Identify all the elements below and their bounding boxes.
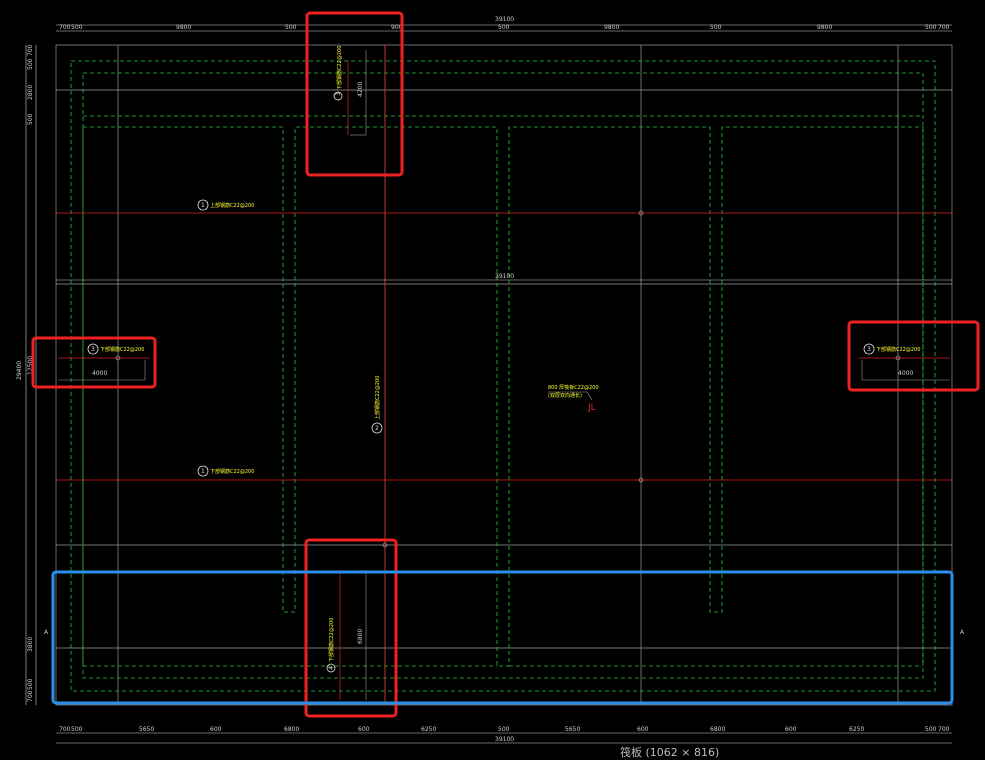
- len-right: 4000: [898, 370, 913, 377]
- cad-drawing-canvas: 39100 700 500 9800 500 900 500 9800 500 …: [16, 11, 980, 744]
- dim-top-seg: 500: [71, 24, 83, 31]
- dim-bottom-seg: 6800: [284, 726, 299, 733]
- length-indicators: [58, 50, 950, 700]
- jl-label: JL: [587, 403, 596, 413]
- rebar-lines: [56, 45, 952, 705]
- dim-bottom-total: 39100: [495, 736, 514, 743]
- dim-top-seg: 9800: [604, 24, 619, 31]
- mark-bottom: 4: [328, 666, 335, 670]
- dim-left-seg: 700: [27, 690, 34, 702]
- dim-top-seg: 9800: [817, 24, 832, 31]
- dim-top-total: 39100: [495, 16, 514, 23]
- mark-row1: 1: [201, 202, 205, 209]
- axis-a-left: A: [44, 629, 49, 636]
- label-row2: 下部钢筋C22@200: [210, 468, 254, 475]
- dim-bottom-seg: 5650: [139, 726, 154, 733]
- note-line1: 800 厚筏板C22@200: [548, 384, 599, 391]
- rebar-label-right: 3 下部钢筋C22@200 4000: [863, 343, 920, 377]
- highlight-top: [305, 11, 404, 177]
- label-bottom-vertical: 下部钢筋C22@200: [328, 618, 335, 662]
- dim-top-seg: 9800: [176, 24, 191, 31]
- note-line2: (双层双向通长): [548, 392, 582, 399]
- mark-center: 2: [375, 425, 379, 432]
- dim-left-total: 29400: [16, 361, 23, 380]
- dim-bottom-seg: 600: [637, 726, 649, 733]
- dim-bottom-seg: 600: [358, 726, 370, 733]
- rebar-label-center: 2 上部钢筋C22@200: [371, 376, 383, 434]
- dim-bottom-seg: 6250: [421, 726, 436, 733]
- dim-left-seg: 700: [27, 44, 34, 56]
- label-right: 下部钢筋C22@200: [876, 346, 920, 353]
- left-dims: 29400 700 500 2800 500 12500 3800 500 70…: [16, 44, 34, 702]
- dim-bottom-seg: 6800: [710, 726, 725, 733]
- dim-mid-total: 39100: [495, 273, 514, 280]
- rebar-label-row2: 1 下部钢筋C22@200: [197, 465, 254, 477]
- dim-top-seg: 700: [59, 24, 71, 31]
- dimension-lines: [25, 24, 952, 744]
- len-top: 4200: [357, 82, 364, 97]
- dim-left-seg: 500: [27, 113, 34, 125]
- len-left: 4000: [92, 370, 107, 377]
- mark-left: 3: [91, 346, 95, 353]
- mark-top: 3: [335, 92, 342, 96]
- rebar-label-bottom: 4 下部钢筋C22@200 6800: [326, 618, 364, 673]
- dim-left-seg: 2800: [27, 85, 34, 100]
- dim-left-seg: 500: [27, 58, 34, 70]
- label-center-vertical: 上部钢筋C22@200: [374, 376, 381, 420]
- dim-bottom-seg: 500: [925, 726, 937, 733]
- label-top-vertical: 下部钢筋C22@200: [336, 46, 343, 90]
- highlight-bottom: [304, 538, 398, 718]
- dim-bottom-seg: 6250: [849, 726, 864, 733]
- dim-bottom-seg: 600: [785, 726, 797, 733]
- len-bottom: 6800: [357, 629, 364, 644]
- mark-right: 3: [867, 346, 871, 353]
- dim-left-seg: 500: [27, 678, 34, 690]
- dim-top-seg: 500: [710, 24, 722, 31]
- grid-lines: [55, 44, 953, 706]
- rebar-label-row1: 1 上部钢筋C22@200: [197, 199, 254, 211]
- dim-bottom-seg: 500: [71, 726, 83, 733]
- dim-bottom-seg: 600: [210, 726, 222, 733]
- dim-bottom-seg: 500: [498, 726, 510, 733]
- label-left: 下部钢筋C22@200: [100, 346, 144, 353]
- dim-bottom-seg: 700: [59, 726, 71, 733]
- dim-bottom-seg: 700: [938, 726, 950, 733]
- dim-top-seg: 500: [498, 24, 510, 31]
- dim-top-seg: 500: [285, 24, 297, 31]
- highlight-bottom-strip: [51, 570, 954, 705]
- dim-bottom-seg: 5650: [565, 726, 580, 733]
- highlight-boxes: [31, 11, 980, 718]
- dashed-outline: [70, 60, 936, 692]
- node-marks: [115, 210, 901, 548]
- mark-row2: 1: [201, 468, 205, 475]
- rebar-label-left: 3 下部钢筋C22@200 4000: [87, 343, 144, 377]
- dim-top-seg: 700: [938, 24, 950, 31]
- dim-left-seg: 3800: [27, 637, 34, 652]
- axis-a-right: A: [960, 629, 965, 636]
- dim-top-seg: 500: [925, 24, 937, 31]
- label-row1: 上部钢筋C22@200: [210, 202, 254, 209]
